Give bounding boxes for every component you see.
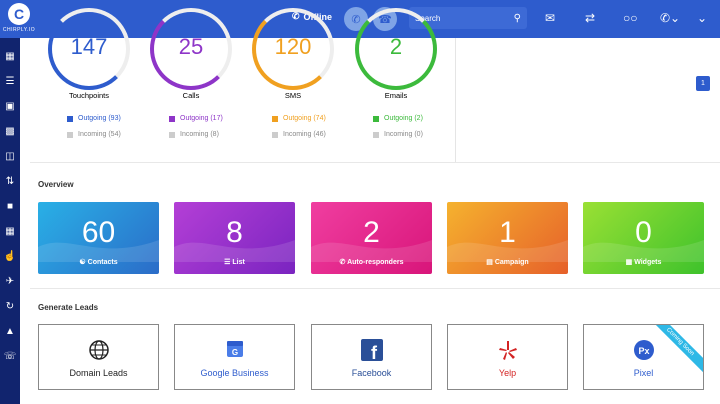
touchpoints-label: Touchpoints [68, 91, 110, 100]
legend-swatch [272, 115, 278, 122]
search-icon[interactable]: ⚲ [514, 13, 521, 24]
touchpoints-value: 147 [70, 34, 108, 59]
panel-divider [455, 38, 456, 162]
transfer-icon[interactable]: ⇄ [585, 11, 595, 25]
contacts-label: ☯ Contacts [79, 259, 118, 266]
flow-icon[interactable]: ⇅ [6, 175, 14, 188]
layout-icon[interactable]: ◫ [5, 150, 14, 163]
facebook-card[interactable]: f Facebook [311, 324, 432, 390]
phone-icon: ✆ [351, 13, 361, 26]
megaphone-icon[interactable]: ✈ [6, 275, 14, 288]
legend-swatch [169, 131, 175, 138]
google-business-label: Google Business [200, 368, 269, 378]
campaign-label: ▤ Campaign [486, 259, 529, 266]
voicemail-icon[interactable]: ○○ [623, 11, 638, 25]
logo-text: CHIRPLY.IO [2, 27, 36, 33]
campaign-card[interactable]: 1 ▤ Campaign [447, 202, 568, 274]
generate-leads-title: Generate Leads [38, 303, 99, 312]
logo-mark: C [8, 3, 30, 25]
app-logo[interactable]: C CHIRPLY.IO [2, 3, 36, 35]
calls-outgoing: Outgoing (17) [169, 115, 223, 122]
dialer-dropdown-icon[interactable]: ✆⌄ [660, 11, 680, 25]
training-icon[interactable]: ▲ [5, 325, 15, 338]
calls-value: 25 [178, 34, 204, 59]
list-label: ☰ List [224, 259, 245, 266]
sms-incoming: Incoming (46) [272, 131, 326, 138]
legend-swatch [169, 115, 175, 122]
touchpoints-ring: 147 [48, 8, 130, 90]
pixel-icon: Px [584, 339, 703, 361]
contacts-card[interactable]: 60 ☯ Contacts [38, 202, 159, 274]
calls-label: Calls [182, 91, 200, 100]
pagination-current[interactable]: 1 [696, 76, 710, 91]
section-divider [30, 162, 720, 163]
legend-swatch [373, 115, 379, 122]
google-business-card[interactable]: G Google Business [174, 324, 295, 390]
touchpoints-incoming: Incoming (54) [67, 131, 121, 138]
svg-text:G: G [231, 348, 237, 357]
chevron-down-icon[interactable]: ⌄ [697, 11, 707, 25]
contacts-icon[interactable]: ■ [7, 200, 13, 213]
integrations-icon[interactable]: ↻ [6, 300, 14, 313]
google-business-icon: G [175, 339, 294, 359]
legend-swatch [373, 131, 379, 138]
emails-value: 2 [389, 34, 403, 59]
widgets-card[interactable]: 0 ▦ Widgets [583, 202, 704, 274]
pixel-label: Pixel [633, 368, 654, 378]
sidebar: ▦ ☰ ▣ ▩ ◫ ⇅ ■ ▦ ☝ ✈ ↻ ▲ ☏ [0, 38, 20, 404]
emails-ring: 2 [355, 8, 437, 90]
yelp-label: Yelp [498, 368, 517, 378]
globe-icon [39, 339, 158, 361]
main-content: 147 Touchpoints Outgoing (93) Incoming (… [30, 8, 720, 404]
auto-responders-count: 2 [363, 216, 380, 249]
emails-outgoing: Outgoing (2) [373, 115, 423, 122]
widgets-count: 0 [635, 216, 652, 249]
auto-responders-card[interactable]: 2 ✆ Auto-responders [311, 202, 432, 274]
auto-responders-label: ✆ Auto-responders [339, 259, 404, 266]
support-icon[interactable]: ☏ [4, 350, 17, 363]
pages-icon[interactable]: ▣ [5, 100, 14, 113]
list-card[interactable]: 8 ☰ List [174, 202, 295, 274]
facebook-icon: f [312, 339, 431, 361]
domain-leads-label: Domain Leads [69, 368, 128, 378]
facebook-label: Facebook [351, 368, 392, 378]
sms-outgoing: Outgoing (74) [272, 115, 326, 122]
sms-value: 120 [274, 34, 312, 59]
dashboard-icon[interactable]: ▦ [5, 50, 14, 63]
calls-incoming: Incoming (8) [169, 131, 219, 138]
pixel-card[interactable]: Coming Soon Px Pixel [583, 324, 704, 390]
widgets-label: ▦ Widgets [625, 259, 662, 266]
yelp-card[interactable]: Yelp [447, 324, 568, 390]
stats-panel: 147 Touchpoints Outgoing (93) Incoming (… [30, 8, 455, 162]
svg-text:f: f [371, 343, 378, 361]
reports-icon[interactable]: ☰ [6, 75, 15, 88]
list-count: 8 [226, 216, 243, 249]
calls-ring: 25 [150, 8, 232, 90]
svg-text:Px: Px [638, 346, 649, 356]
section-divider [30, 288, 720, 289]
sms-label: SMS [284, 91, 302, 100]
mail-icon[interactable]: ✉ [545, 11, 555, 25]
apps-icon[interactable]: ▦ [5, 225, 14, 238]
touchpoints-outgoing: Outgoing (93) [67, 115, 121, 122]
overview-title: Overview [38, 180, 74, 189]
emails-label: Emails [384, 91, 408, 100]
campaign-count: 1 [499, 216, 516, 249]
domain-leads-card[interactable]: Domain Leads [38, 324, 159, 390]
analytics-icon[interactable]: ▩ [5, 125, 14, 138]
yelp-icon [448, 339, 567, 361]
sms-ring: 120 [252, 8, 334, 90]
contacts-count: 60 [81, 216, 116, 249]
legend-swatch [67, 115, 73, 122]
legend-swatch [272, 131, 278, 138]
legend-swatch [67, 131, 73, 138]
emails-incoming: Incoming (0) [373, 131, 423, 138]
handshake-icon[interactable]: ☝ [4, 250, 16, 263]
search-input[interactable] [415, 13, 505, 23]
